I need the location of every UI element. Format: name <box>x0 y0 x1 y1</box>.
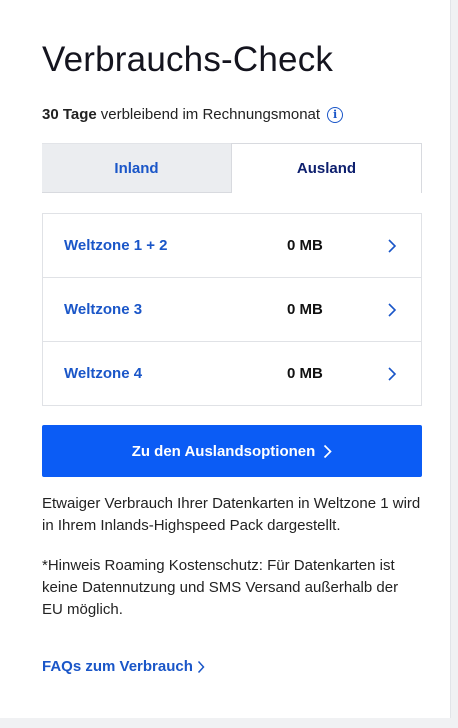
zone-name: Weltzone 4 <box>64 365 143 382</box>
tab-inland[interactable]: Inland <box>42 143 231 193</box>
page-title: Verbrauchs-Check <box>42 40 334 79</box>
weltzone-1-note: Etwaiger Verbrauch Ihrer Datenkarten in … <box>42 495 421 534</box>
faq-usage-link[interactable]: FAQs zum Verbrauch <box>42 658 205 675</box>
usage-check-card: Verbrauchs-Check 30 Tage verbleibend im … <box>0 0 451 718</box>
chevron-right-icon <box>197 660 205 673</box>
zone-usage: 0 MB <box>287 237 323 254</box>
chevron-right-icon <box>388 239 397 253</box>
zone-list: Weltzone 1 + 2 0 MB Weltzone 3 0 MB Welt… <box>42 213 422 406</box>
billing-period-info: 30 Tage verbleibend im Rechnungsmonat i <box>42 106 344 123</box>
zone-usage: 0 MB <box>287 365 323 382</box>
roaming-options-button[interactable]: Zu den Auslandsoptionen <box>42 425 422 477</box>
chevron-right-icon <box>388 367 397 381</box>
roaming-options-label: Zu den Auslandsoptionen <box>131 442 316 460</box>
info-icon[interactable]: i <box>327 106 344 123</box>
zone-row-weltzone-3[interactable]: Weltzone 3 0 MB <box>43 278 421 342</box>
zone-row-weltzone-1-2[interactable]: Weltzone 1 + 2 0 MB <box>43 214 421 278</box>
days-remaining-label: verbleibend im Rechnungsmonat <box>100 106 321 123</box>
zone-row-weltzone-4[interactable]: Weltzone 4 0 MB <box>43 342 421 405</box>
zone-name: Weltzone 1 + 2 <box>64 237 168 254</box>
region-tabs: Inland Ausland <box>42 143 422 193</box>
days-remaining: 30 Tage <box>42 106 97 123</box>
roaming-cost-note: *Hinweis Roaming Kostenschutz: Für Daten… <box>42 557 399 618</box>
chevron-right-icon <box>324 444 332 458</box>
zone-usage: 0 MB <box>287 301 323 318</box>
zone-name: Weltzone 3 <box>64 301 143 318</box>
chevron-right-icon <box>388 303 397 317</box>
tab-ausland[interactable]: Ausland <box>231 143 422 193</box>
faq-usage-label: FAQs zum Verbrauch <box>42 658 193 675</box>
